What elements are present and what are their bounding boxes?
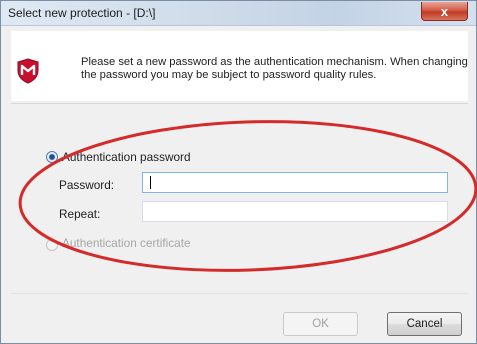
password-label: Password:: [59, 178, 115, 192]
text-caret: [150, 176, 151, 189]
password-input[interactable]: [142, 172, 448, 193]
mcafee-shield-icon: [17, 58, 39, 84]
password-radio[interactable]: [46, 151, 58, 163]
dialog-window: Select new protection - [D:\] x Please s…: [0, 0, 477, 344]
password-option-label[interactable]: Authentication password: [62, 150, 191, 164]
ok-button[interactable]: OK: [283, 312, 358, 336]
header-divider: [11, 103, 468, 104]
close-icon: x: [440, 3, 449, 19]
title-bar[interactable]: Select new protection - [D:\] x: [1, 1, 476, 26]
certificate-radio[interactable]: [46, 239, 58, 251]
instruction-text: Please set a new password as the authent…: [81, 56, 468, 81]
close-button[interactable]: x: [421, 2, 468, 21]
footer-divider: [11, 293, 468, 294]
certificate-option-label: Authentication certificate: [62, 236, 191, 250]
repeat-label: Repeat:: [59, 207, 101, 221]
cancel-button[interactable]: Cancel: [387, 312, 462, 336]
repeat-password-input[interactable]: [142, 201, 448, 222]
window-title: Select new protection - [D:\]: [8, 6, 156, 20]
